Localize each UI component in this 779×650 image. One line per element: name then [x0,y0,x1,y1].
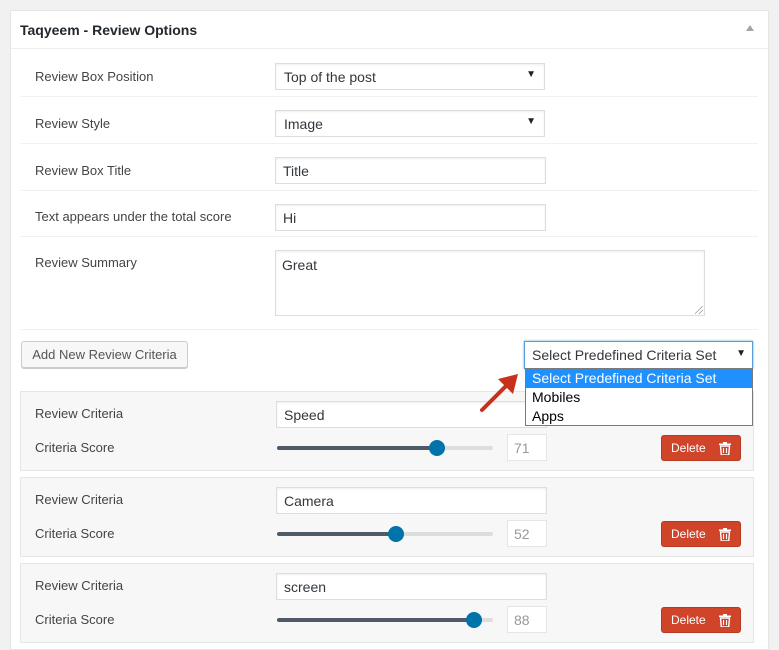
predefined-criteria-select[interactable]: Select Predefined Criteria Set ▼ [524,341,753,369]
under-score-input[interactable]: Hi [275,204,546,231]
option-row-summary: Review Summary Great [21,237,758,330]
position-select-value: Top of the post [284,69,376,85]
criteria-name-input[interactable]: screen [276,573,547,600]
panel-title: Taqyeem - Review Options [20,22,198,38]
delete-label: Delete [671,613,706,627]
delete-criteria-button[interactable]: Delete [661,521,741,547]
criteria-score-value: 71 [507,434,547,461]
slider-thumb[interactable] [387,526,404,542]
style-select-value: Image [284,116,323,132]
criteria-score-label: Criteria Score [35,612,115,627]
delete-label: Delete [671,441,706,455]
slider-fill [277,532,396,536]
criteria-name-value: Camera [284,493,334,509]
trash-icon [719,614,731,627]
panel-header[interactable]: Taqyeem - Review Options [11,11,768,49]
criteria-score-label: Criteria Score [35,440,115,455]
dropdown-option[interactable]: Mobiles [526,388,752,407]
criteria-item: Review Criteria Camera Criteria Score 52… [20,477,754,557]
red-arrow-icon [480,374,518,412]
predefined-select-value: Select Predefined Criteria Set [532,347,717,363]
dropdown-option[interactable]: Apps [526,407,752,426]
option-row-under-score: Text appears under the total score Hi [21,191,758,237]
dropdown-option[interactable]: Select Predefined Criteria Set [526,369,752,388]
slider-fill [277,618,474,622]
criteria-name-value: screen [284,579,327,595]
under-score-value: Hi [283,210,297,226]
criteria-name-input[interactable]: Camera [276,487,547,514]
chevron-down-icon: ▼ [526,69,536,80]
delete-criteria-button[interactable]: Delete [661,435,741,461]
criteria-name-value: Speed [284,407,325,423]
criteria-score-slider[interactable] [277,612,493,628]
option-row-position: Review Box Position Top of the post ▼ [21,50,758,97]
slider-thumb[interactable] [465,612,482,628]
criteria-score-value: 88 [507,606,547,633]
triangle-up-icon[interactable] [746,25,754,31]
box-title-input[interactable]: Title [275,157,546,184]
delete-label: Delete [671,527,706,541]
criteria-label: Review Criteria [35,492,124,507]
option-row-box-title: Review Box Title Title [21,144,758,191]
criteria-score-value: 52 [507,520,547,547]
chevron-down-icon: ▼ [736,348,746,359]
trash-icon [719,442,731,455]
under-score-label: Text appears under the total score [35,209,232,224]
box-title-value: Title [283,163,309,179]
resize-grip-icon[interactable] [695,306,703,314]
trash-icon [719,528,731,541]
box-title-label: Review Box Title [35,163,132,178]
criteria-label: Review Criteria [35,406,124,421]
position-label: Review Box Position [35,69,154,84]
delete-criteria-button[interactable]: Delete [661,607,741,633]
criteria-item: Review Criteria screen Criteria Score 88… [20,563,754,643]
criteria-score-slider[interactable] [277,440,493,456]
style-label: Review Style [35,116,111,131]
add-criteria-button[interactable]: Add New Review Criteria [21,341,188,368]
criteria-label: Review Criteria [35,578,124,593]
chevron-down-icon: ▼ [526,116,536,127]
criteria-score-label: Criteria Score [35,526,115,541]
slider-thumb[interactable] [428,440,445,456]
summary-value: Great [282,257,318,273]
slider-fill [277,446,437,450]
predefined-dropdown-list: Select Predefined Criteria Set Mobiles A… [525,368,753,426]
summary-textarea[interactable]: Great [275,250,705,316]
position-select[interactable]: Top of the post ▼ [275,63,545,90]
criteria-score-slider[interactable] [277,526,493,542]
option-row-style: Review Style Image ▼ [21,97,758,144]
summary-label: Review Summary [35,255,137,270]
style-select[interactable]: Image ▼ [275,110,545,137]
